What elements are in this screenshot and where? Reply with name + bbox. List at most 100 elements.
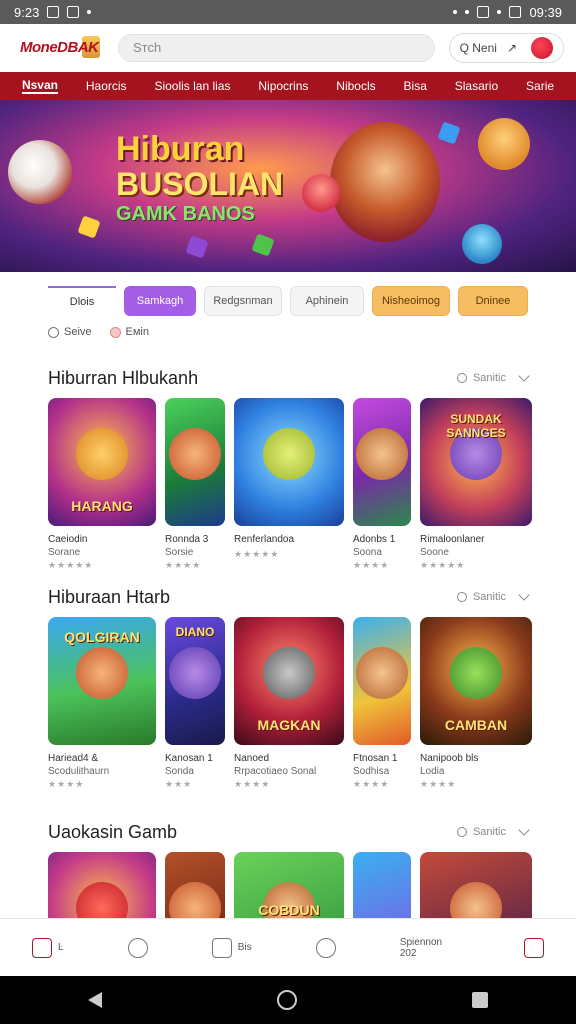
- rating-stars: ★★★★: [353, 560, 390, 570]
- dice-icon: [437, 121, 461, 145]
- recents-icon[interactable]: [472, 992, 489, 1008]
- nav-item[interactable]: Sioolis lan lias: [154, 79, 230, 93]
- game-thumbnail: SUNDAK SANNGES: [420, 398, 532, 526]
- hero-line-1: Hiburan: [116, 130, 245, 168]
- game-thumbnail: [165, 852, 225, 922]
- game-card[interactable]: HARANG Caeiodin Sorane ★★★★★: [48, 398, 156, 571]
- game-card[interactable]: [353, 852, 411, 922]
- bottom-nav-label: Bis: [237, 942, 252, 953]
- status-bar: 9:23 09:39: [0, 0, 576, 24]
- game-card[interactable]: CAMBAN Nanipoob bls Lodіa ★★★★: [420, 617, 532, 790]
- section-header: Hiburaan Htarb Sanitic: [48, 577, 576, 617]
- filter-chip[interactable]: Redgsnman: [204, 286, 282, 316]
- see-all-button[interactable]: Sanitic: [456, 589, 530, 603]
- rating-stars: ★★★★★: [234, 549, 280, 559]
- bottom-nav-home[interactable]: Ŀ: [32, 937, 64, 958]
- home-icon: [32, 937, 53, 958]
- bottom-nav-profile[interactable]: [523, 937, 544, 958]
- character-icon: [263, 647, 315, 700]
- bottom-nav-library[interactable]: Bis: [211, 937, 252, 958]
- section-title: Hiburran Hlbukanh: [48, 367, 199, 388]
- rating-stars: ★★★★★: [420, 560, 466, 570]
- thumb-label: SUNDAK SANNGES: [446, 412, 506, 440]
- game-thumbnail: DIANO: [165, 617, 225, 745]
- avatar[interactable]: [531, 37, 553, 59]
- see-all-label: Sanitic: [472, 372, 506, 384]
- nav-item[interactable]: Nipocrins: [258, 79, 308, 93]
- filter-chip[interactable]: Nisheoimog: [372, 286, 450, 316]
- nav-item[interactable]: Bisa: [404, 79, 427, 93]
- see-all-button[interactable]: Sanitic: [456, 824, 530, 838]
- character-icon: [450, 882, 502, 922]
- game-card[interactable]: SUNDAK SANNGES Rimaloonlaner Soone ★★★★★: [420, 398, 532, 571]
- dot-icon: [87, 10, 92, 14]
- game-section: Hiburran Hlbukanh Sanitic HARANG Caeiodin…: [0, 358, 576, 571]
- alarm-icon: [465, 10, 470, 14]
- card-subtitle: Soone: [420, 547, 449, 558]
- game-card[interactable]: Ftnosan 1 Sodhisа ★★★★: [353, 617, 411, 790]
- character-icon: [263, 428, 315, 481]
- card-subtitle: Sodhisа: [353, 766, 390, 777]
- hero-banner[interactable]: Hiburan BUSOLIAN GAMK BANOS: [0, 100, 576, 272]
- character-icon: [356, 647, 408, 700]
- game-card[interactable]: [165, 852, 225, 922]
- game-card[interactable]: MAGKAN Nanoed Rrpacotiaeo Sonal ★★★★: [234, 617, 344, 790]
- filter-chip[interactable]: Dninee: [458, 286, 528, 316]
- character-icon: [356, 428, 408, 481]
- see-all-label: Sanitic: [472, 591, 506, 603]
- system-nav: [0, 976, 576, 1024]
- radio-option[interactable]: Eмin: [109, 326, 149, 338]
- filter-chip[interactable]: Dlois: [48, 286, 116, 316]
- radio-option[interactable]: Seive: [48, 326, 92, 338]
- logo[interactable]: MoneDBAK: [20, 34, 104, 62]
- game-row: QOLGIRAN Hariead4 & Scodulithaurn ★★★★ DIAN…: [48, 617, 576, 790]
- see-all-button[interactable]: Sanitic: [456, 370, 530, 384]
- thumb-label: MAGKAN: [257, 717, 321, 733]
- section-title: Hiburaan Htarb: [48, 586, 171, 607]
- nav-item[interactable]: Nibocls: [336, 79, 375, 93]
- nav-item[interactable]: Slasario: [455, 79, 498, 93]
- game-card[interactable]: Adonbs 1 Soona ★★★★: [353, 398, 411, 571]
- nav-item[interactable]: Sarie: [526, 79, 554, 93]
- game-section: Hiburaan Htarb Sanitic QOLGIRAN Hariead4 …: [0, 577, 576, 790]
- card-subtitle: Rrpacotiaeo Sonal: [234, 766, 317, 777]
- back-icon[interactable]: [87, 992, 102, 1008]
- filter-chip[interactable]: Samkagh: [124, 286, 196, 316]
- search-button[interactable]: Q Nenі: [460, 41, 497, 55]
- rating-stars: ★★★★: [48, 779, 85, 789]
- home-button-icon[interactable]: [276, 990, 297, 1010]
- game-row: HARANG Caeiodin Sorane ★★★★★ Ronnda 3 Sorsiе…: [48, 398, 576, 571]
- hero-small-character: [302, 174, 340, 212]
- share-icon[interactable]: ↗: [507, 41, 517, 55]
- game-card[interactable]: DIANO Kanosan 1 Sonda ★★★: [165, 617, 225, 790]
- category-nav: Nsvan Haorcis Sioolis lan lias Nipocrins…: [0, 72, 576, 100]
- character-icon: [169, 647, 221, 700]
- game-card[interactable]: Ronnda 3 Sorsiе ★★★★: [165, 398, 225, 571]
- game-thumbnail: QOLGIRAN: [48, 617, 156, 745]
- card-title: Rimaloonlaner: [420, 534, 485, 545]
- nav-item[interactable]: Nsvan: [21, 78, 58, 94]
- section-header: Hiburran Hlbukanh Sanitic: [48, 358, 576, 398]
- bottom-nav-special[interactable]: Spiennon 202: [400, 937, 460, 959]
- app-icon: [67, 6, 80, 18]
- game-card[interactable]: Renferlandoa ★★★★★: [234, 398, 344, 571]
- filter-chip[interactable]: Aphinein: [290, 286, 364, 316]
- bottom-nav-explore[interactable]: [127, 937, 148, 958]
- game-card[interactable]: [48, 852, 156, 922]
- game-card[interactable]: [420, 852, 532, 922]
- card-title: Caeiodin: [48, 534, 88, 545]
- card-title: Renferlandoa: [234, 534, 295, 545]
- hero-line-2: BUSOLIAN: [116, 166, 284, 202]
- radio-group: Seive Eмin: [0, 316, 576, 338]
- search-input[interactable]: Sтсh: [118, 34, 435, 62]
- bottom-nav-rewards[interactable]: [315, 937, 336, 958]
- cannon-icon: [450, 647, 502, 700]
- header-actions[interactable]: Q Nenі ↗: [448, 33, 564, 63]
- game-thumbnail: [353, 398, 411, 526]
- section-header: Uaokasin Gamb Sanitic: [48, 812, 576, 852]
- bottom-nav: Ŀ Bis Spiennon 202: [0, 918, 576, 976]
- game-card[interactable]: COBDUN: [234, 852, 344, 922]
- game-thumbnail: [353, 617, 411, 745]
- nav-item[interactable]: Haorcis: [86, 79, 127, 93]
- game-card[interactable]: QOLGIRAN Hariead4 & Scodulithaurn ★★★★: [48, 617, 156, 790]
